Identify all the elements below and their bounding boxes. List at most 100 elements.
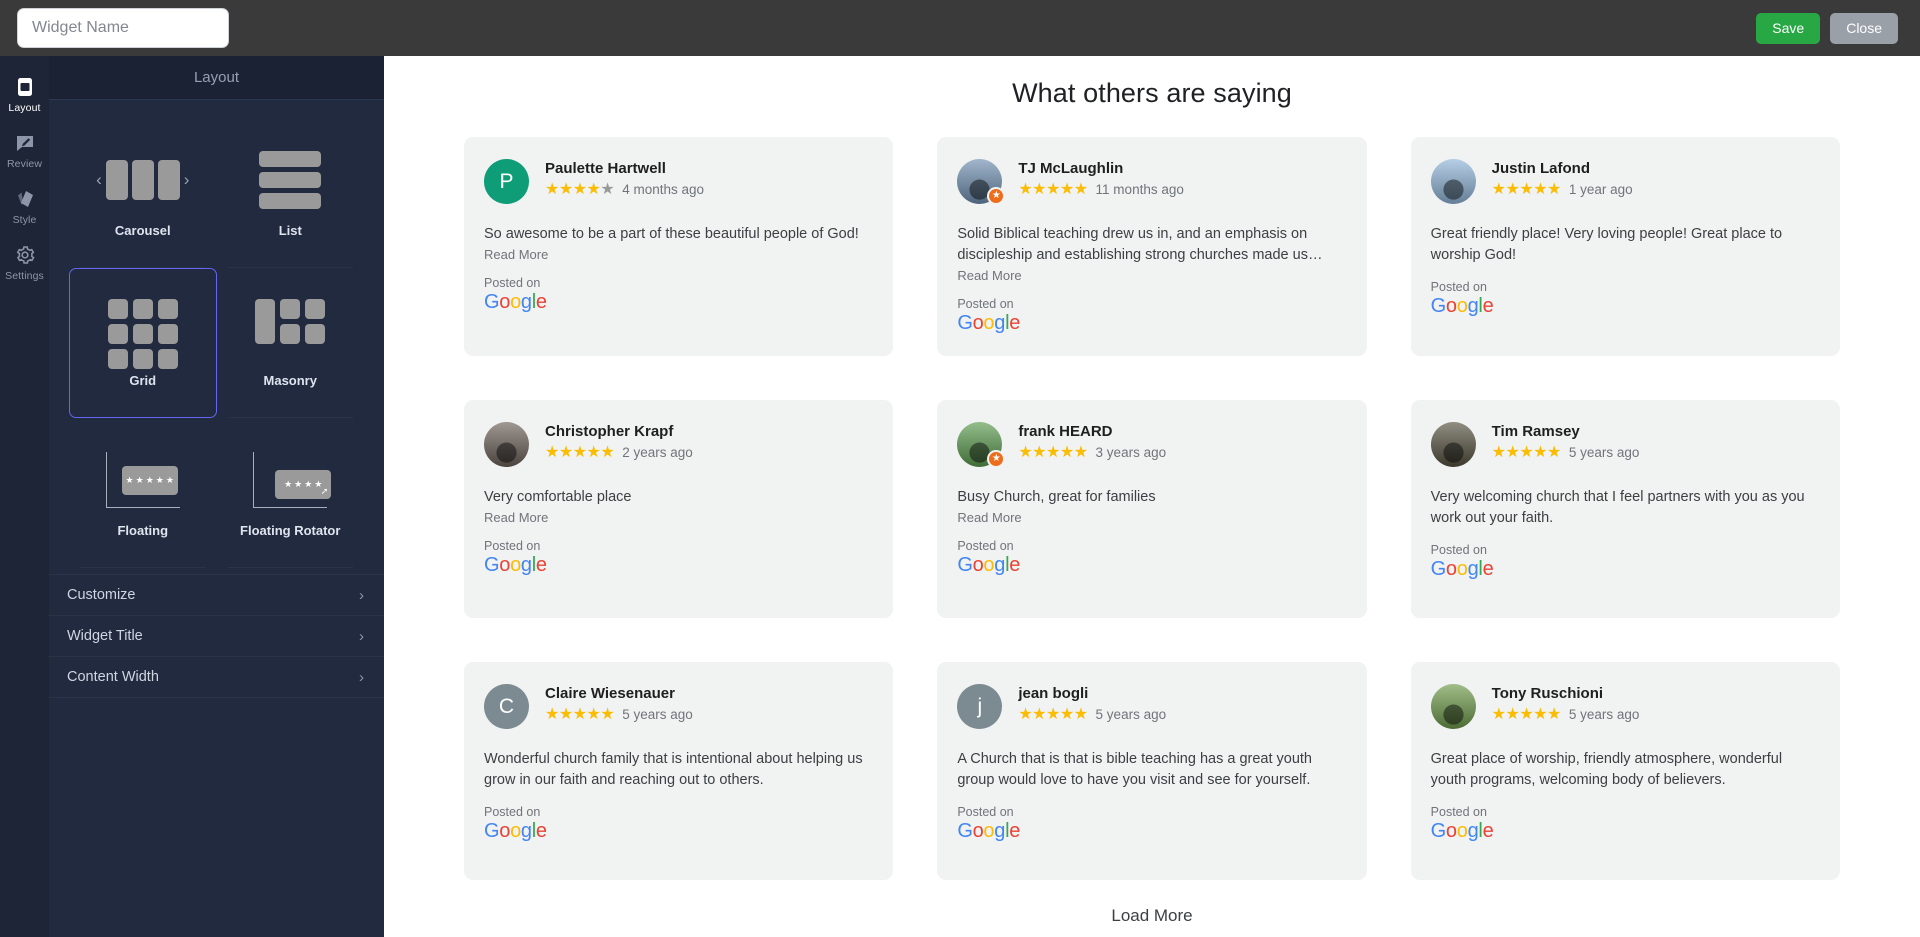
review-card-header: P Paulette Hartwell ★★★★★ 4 months ago: [484, 159, 871, 204]
review-text: Great place of worship, friendly atmosph…: [1430, 751, 1783, 789]
sidebar-item-label: Style: [12, 214, 37, 226]
google-logo-icon: Google: [484, 291, 547, 314]
masonry-icon: [255, 298, 326, 361]
avatar-initial: j: [977, 694, 983, 718]
review-card: Tony Ruschioni ★★★★★ 5 years ago Great plac…: [1410, 662, 1840, 881]
review-date: 5 years ago: [622, 707, 693, 723]
layout-option-list[interactable]: List: [217, 118, 365, 268]
avatar: C: [484, 684, 529, 730]
list-icon: [259, 149, 322, 211]
chevron-right-icon: ›: [359, 627, 364, 645]
star-filled-icon: ★: [1519, 180, 1534, 198]
layout-option-floating-rotator[interactable]: ★ ★ ★ ★ ➚ Floating Rotator: [217, 418, 365, 568]
google-logo-icon: Google: [1430, 558, 1494, 581]
read-more-link[interactable]: Read More: [957, 268, 1344, 283]
star-filled-icon: ★: [545, 705, 559, 723]
page-title: What others are saying: [1012, 78, 1292, 108]
review-author-block: frank HEARD ★★★★★ 3 years ago: [1018, 422, 1166, 461]
avatar-initial: C: [498, 694, 515, 718]
star-filled-icon: ★: [558, 705, 573, 723]
widget-name-input[interactable]: [17, 8, 229, 48]
gear-icon: [14, 244, 36, 266]
star-filled-icon: ★: [1073, 180, 1088, 198]
layout-option-carousel[interactable]: ‹ › Carousel: [69, 118, 217, 268]
google-logo-icon: Google: [957, 312, 1021, 335]
star-filled-icon: ★: [1533, 180, 1548, 198]
save-button[interactable]: Save: [1756, 12, 1821, 44]
star-filled-icon: ★: [545, 443, 559, 461]
review-card-header: Tony Ruschioni ★★★★★ 5 years ago: [1430, 684, 1818, 730]
read-more-link[interactable]: Read More: [957, 510, 1344, 525]
review-author-block: Claire Wiesenauer ★★★★★ 5 years ago: [545, 684, 693, 723]
review-date: 5 years ago: [1568, 445, 1640, 461]
close-button[interactable]: Close: [1830, 12, 1898, 44]
review-date: 4 months ago: [622, 182, 705, 197]
review-text: Very comfortable place: [484, 489, 632, 506]
posted-on-label: Posted on: [957, 805, 1014, 820]
read-more-link[interactable]: Read More: [484, 510, 871, 525]
floating-icon: ★ ★ ★ ★ ★: [105, 449, 180, 511]
topbar-actions: Save Close: [1756, 12, 1898, 44]
star-rating: ★★★★★: [1018, 706, 1088, 723]
accordion-item-label: Widget Title: [67, 628, 143, 644]
posted-on-label: Posted on: [1430, 280, 1487, 295]
sidebar-item-label: Review: [6, 158, 43, 170]
sidebar-item-label: Settings: [5, 270, 44, 282]
review-meta: ★★★★★ 2 years ago: [545, 443, 693, 461]
review-meta: ★★★★★ 11 months ago: [1018, 180, 1184, 198]
read-more-link[interactable]: Read More: [484, 247, 871, 262]
review-author-block: jean bogli ★★★★★ 5 years ago: [1018, 684, 1166, 723]
avatar: [1430, 684, 1476, 730]
review-card-header: ★ frank HEARD ★★★★★ 3 years ago: [957, 422, 1344, 469]
review-card: ★ TJ McLaughlin ★★★★★ 11 months ago Solid Bi…: [937, 137, 1367, 357]
review-author-name: Christopher Krapf: [545, 423, 674, 441]
accordion-item-widget-title[interactable]: Widget Title ›: [49, 616, 384, 657]
star-filled-icon: ★: [1491, 180, 1506, 198]
star-filled-icon: ★: [1547, 705, 1561, 723]
star-filled-icon: ★: [1046, 180, 1060, 198]
posted-on-label: Posted on: [484, 276, 541, 291]
floating-rotator-icon: ★ ★ ★ ★ ➚: [253, 449, 332, 511]
panel-accordion: Customize › Widget Title › Content Width…: [49, 574, 384, 698]
accordion-item-content-width[interactable]: Content Width ›: [49, 657, 384, 698]
review-card: Justin Lafond ★★★★★ 1 year ago Great friend…: [1410, 137, 1840, 357]
layout-option-grid[interactable]: Grid: [69, 268, 217, 418]
review-card: Christopher Krapf ★★★★★ 2 years ago Very co…: [464, 400, 894, 619]
star-filled-icon: ★: [600, 705, 615, 723]
star-filled-icon: ★: [1547, 443, 1561, 461]
star-rating: ★★★★★: [1492, 705, 1562, 723]
review-author-block: Paulette Hartwell ★★★★★ 4 months ago: [545, 159, 704, 198]
review-meta: ★★★★★ 5 years ago: [1492, 705, 1640, 723]
review-meta: ★★★★★ 4 months ago: [545, 180, 705, 198]
load-more-button[interactable]: Load More: [464, 906, 1840, 926]
review-author-block: Justin Lafond ★★★★★ 1 year ago: [1492, 159, 1633, 198]
review-date: 11 months ago: [1095, 182, 1184, 197]
review-author-name: frank HEARD: [1018, 423, 1113, 441]
star-rating: ★★★★★: [1492, 443, 1562, 461]
sidebar-item-review[interactable]: Review: [0, 122, 49, 178]
layout-option-label: List: [278, 222, 302, 238]
avatar-initial: P: [499, 169, 514, 193]
review-card: C Claire Wiesenauer ★★★★★ 5 years ago Wonder…: [464, 662, 894, 881]
star-filled-icon: ★: [1018, 443, 1033, 461]
sidebar-item-layout[interactable]: Layout: [0, 66, 49, 122]
star-filled-icon: ★: [1533, 705, 1548, 723]
sidebar-item-style[interactable]: Style: [0, 178, 49, 234]
star-filled-icon: ★: [586, 180, 601, 198]
star-filled-icon: ★: [1519, 705, 1534, 723]
layout-option-label: Grid: [129, 372, 157, 388]
accordion-item-label: Content Width: [67, 669, 159, 685]
layout-option-masonry[interactable]: Masonry: [217, 268, 365, 418]
star-filled-icon: ★: [1519, 443, 1534, 461]
review-card: Tim Ramsey ★★★★★ 5 years ago Very welcoming…: [1410, 400, 1840, 619]
review-author-name: Paulette Hartwell: [545, 160, 666, 177]
posted-on-label: Posted on: [484, 805, 541, 820]
star-filled-icon: ★: [1032, 180, 1047, 198]
sidebar-item-settings[interactable]: Settings: [0, 234, 49, 290]
star-rating: ★★★★★: [1018, 180, 1088, 198]
accordion-item-customize[interactable]: Customize ›: [49, 575, 384, 616]
review-meta: ★★★★★ 5 years ago: [1018, 706, 1166, 723]
avatar: [1430, 422, 1476, 468]
layout-option-floating[interactable]: ★ ★ ★ ★ ★ Floating: [69, 418, 217, 568]
top-bar: Save Close: [0, 0, 1920, 56]
